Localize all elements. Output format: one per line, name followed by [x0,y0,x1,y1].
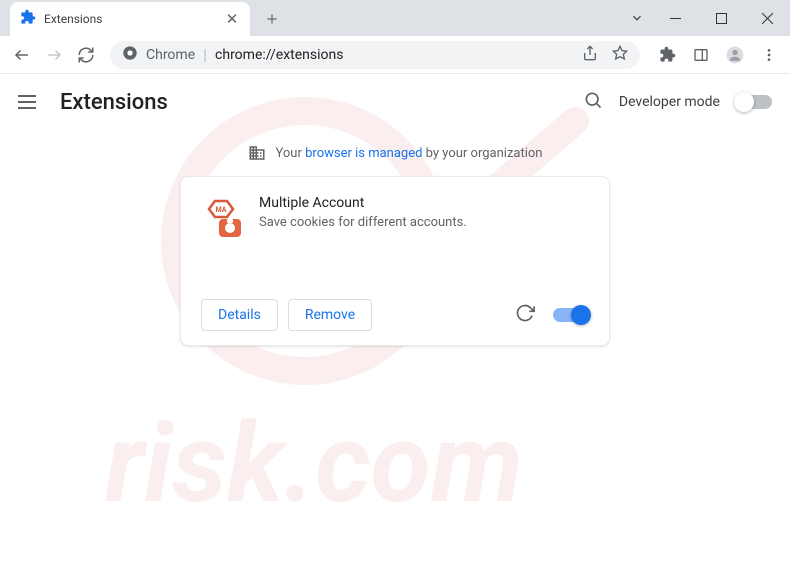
puzzle-icon [20,9,36,29]
extension-app-icon: MA [201,199,241,239]
bookmark-icon[interactable] [612,45,628,65]
remove-button[interactable]: Remove [288,299,372,331]
svg-text:risk.com: risk.com [105,399,523,528]
extension-reload-icon[interactable] [515,303,535,327]
page-title: Extensions [60,90,168,115]
building-icon [248,144,266,162]
profile-icon[interactable] [722,42,748,68]
hamburger-menu-icon[interactable] [18,90,42,114]
extensions-icon[interactable] [654,42,680,68]
extension-enable-toggle[interactable] [553,308,589,322]
sidepanel-icon[interactable] [688,42,714,68]
omnibox-actions [582,45,628,65]
tab-close-icon[interactable]: ✕ [224,10,240,28]
extension-description: Save cookies for different accounts. [259,215,467,230]
extensions-header: Extensions Developer mode [0,74,790,130]
url-text: chrome://extensions [215,47,343,63]
page-content: risk.com Extensions Developer mode Your … [0,74,790,567]
back-button[interactable] [8,41,36,69]
window-maximize-button[interactable] [698,0,744,36]
window-close-button[interactable] [744,0,790,36]
browser-toolbar: Chrome | chrome://extensions [0,36,790,74]
window-minimize-button[interactable] [652,0,698,36]
forward-button[interactable] [40,41,68,69]
reload-button[interactable] [72,41,100,69]
share-icon[interactable] [582,45,598,65]
toolbar-icons [650,42,782,68]
omnibox[interactable]: Chrome | chrome://extensions [110,41,640,69]
extension-card: MA Multiple Account Save cookies for dif… [180,176,610,346]
url-separator: | [203,45,207,64]
window-controls [622,0,790,36]
tab-title: Extensions [44,12,216,26]
search-icon[interactable] [583,90,603,114]
chrome-logo-icon [122,45,138,65]
extension-name: Multiple Account [259,195,467,211]
svg-text:MA: MA [216,206,227,214]
kebab-menu-icon[interactable] [756,42,782,68]
managed-banner: Your browser is managed by your organiza… [0,130,790,176]
details-button[interactable]: Details [201,299,278,331]
developer-mode-toggle[interactable] [736,95,772,109]
new-tab-button[interactable] [258,5,286,33]
developer-mode-label: Developer mode [619,94,720,110]
managed-link[interactable]: browser is managed [305,146,422,161]
browser-tab[interactable]: Extensions ✕ [10,2,250,36]
managed-text: Your browser is managed by your organiza… [276,146,543,161]
url-scope: Chrome [146,47,195,63]
tab-search-chevron-icon[interactable] [622,0,652,36]
